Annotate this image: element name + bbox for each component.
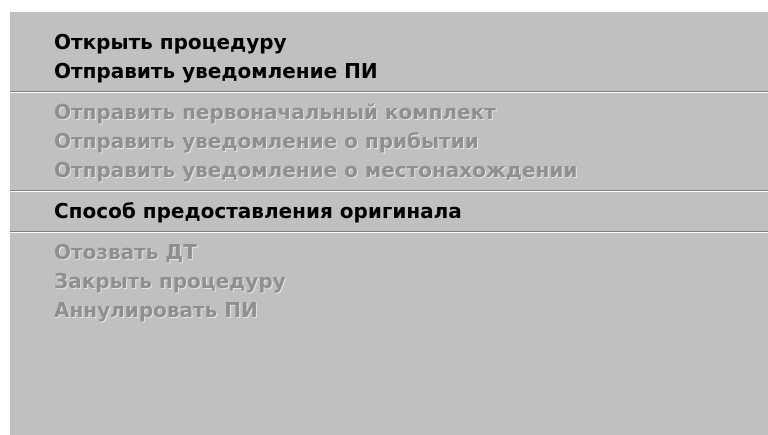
menu-top-padding xyxy=(10,12,768,28)
menu-item-original-submission-method[interactable]: Способ предоставления оригинала xyxy=(10,197,768,226)
menu-item-close-procedure: Закрыть процедуру xyxy=(54,269,286,293)
menu-item-send-location-notification: Отправить уведомление о местонахождении xyxy=(54,158,578,182)
menu-item-cancel-pi: Аннулировать ПИ xyxy=(54,298,258,322)
menu-separator xyxy=(10,185,768,197)
context-menu: Открыть процедуру Отправить уведомление … xyxy=(8,10,768,435)
menu-separator xyxy=(10,226,768,238)
menu-item-send-arrival-notification: Отправить уведомление о прибытии xyxy=(54,129,479,153)
menu-separator xyxy=(10,86,768,98)
menu-item-send-initial-set: Отправить первоначальный комплект xyxy=(54,100,496,124)
menu-item-open-procedure[interactable]: Открыть процедуру xyxy=(10,28,768,57)
menu-item-revoke-dt: Отозвать ДТ xyxy=(54,240,197,264)
menu-item-send-pi-notification[interactable]: Отправить уведомление ПИ xyxy=(10,57,768,86)
